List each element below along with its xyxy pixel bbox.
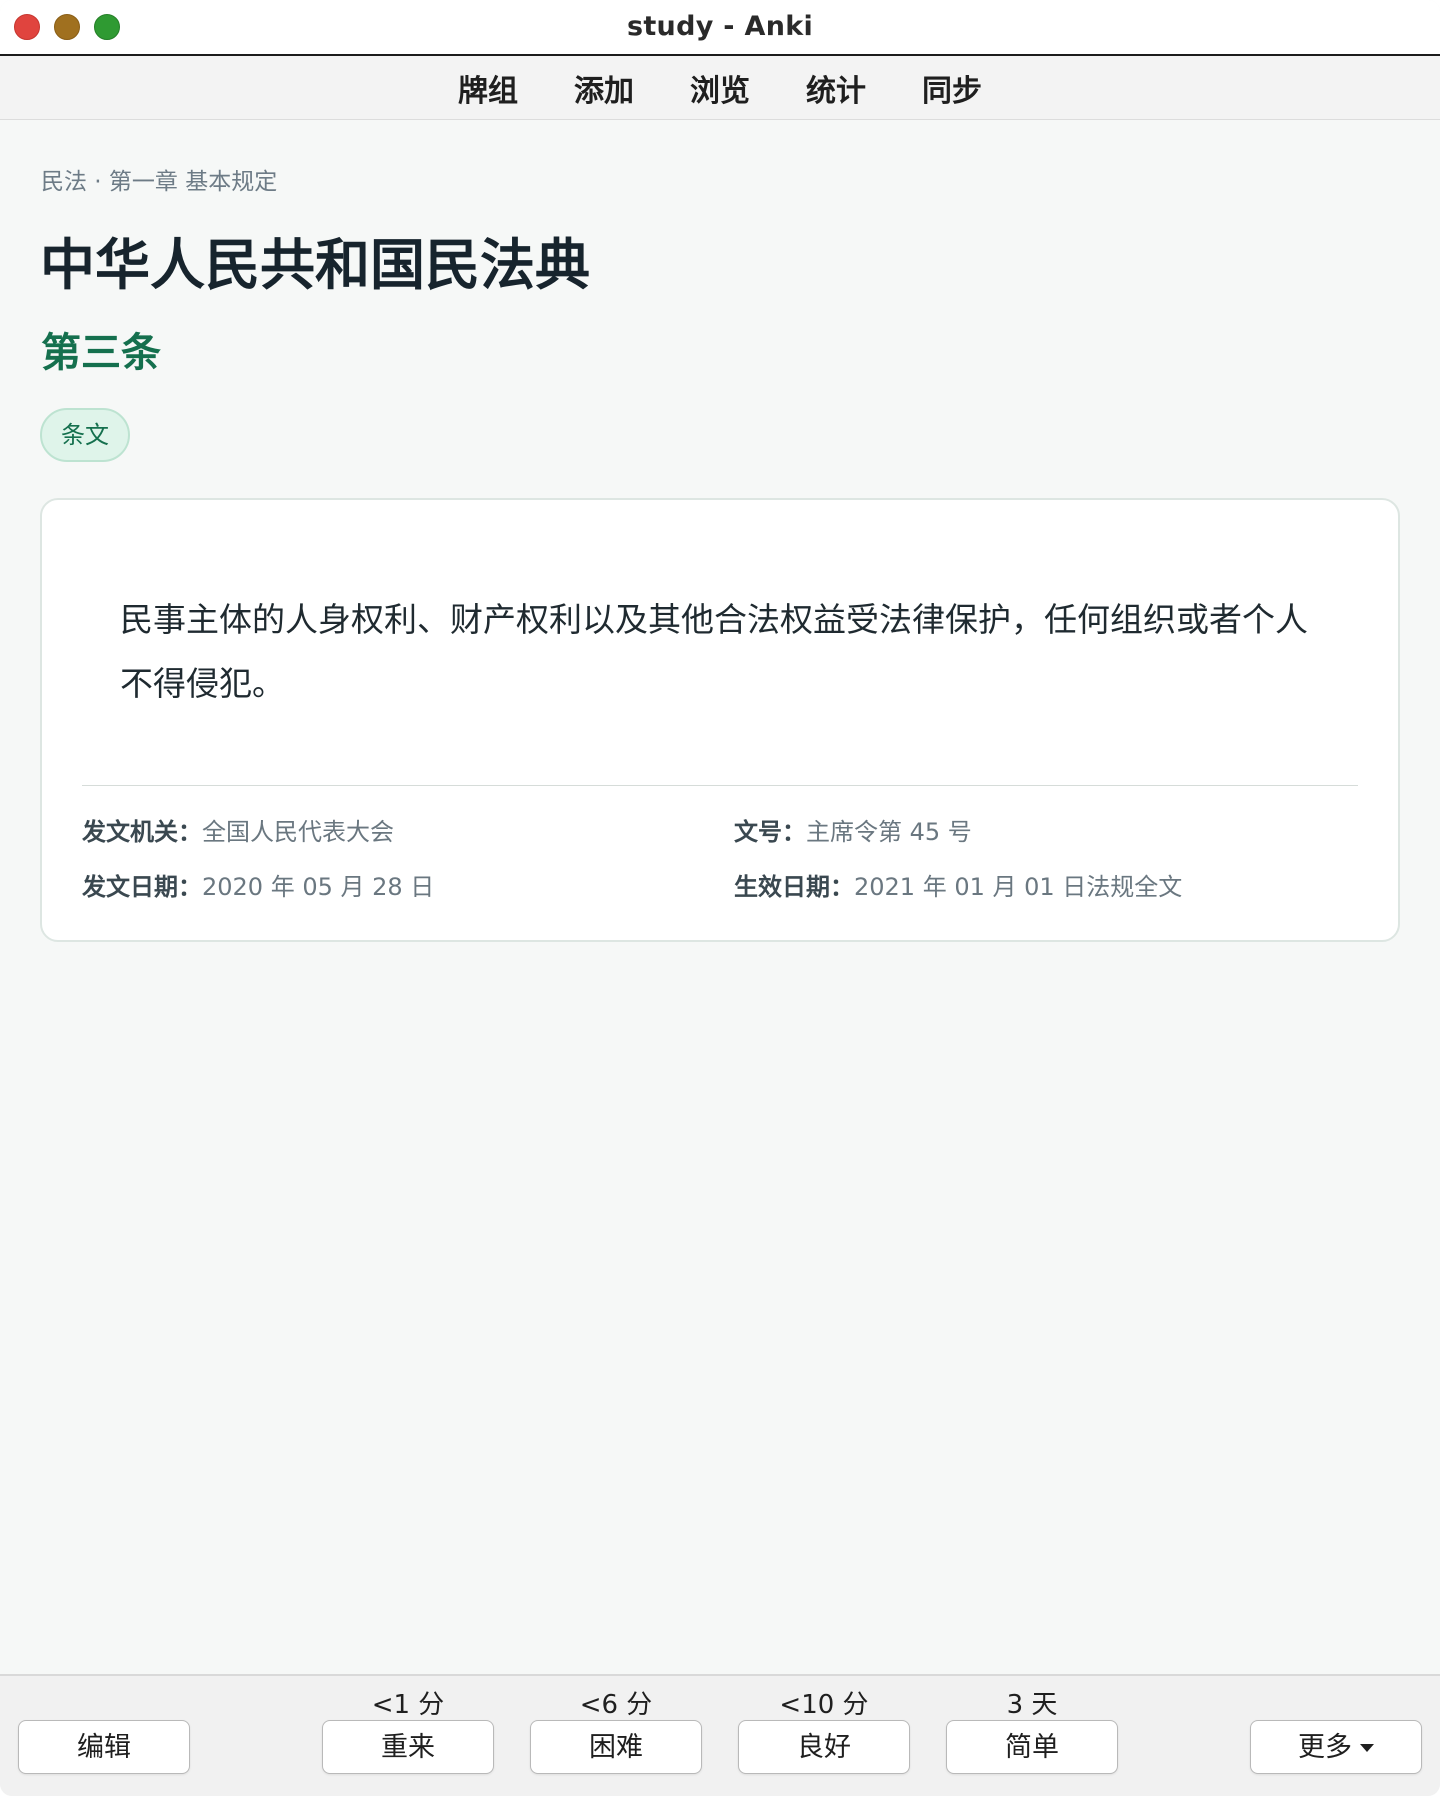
toolbar-stats[interactable]: 统计: [806, 66, 866, 110]
hard-button[interactable]: 困难: [530, 1720, 702, 1774]
tag-badge: 条文: [40, 408, 130, 462]
more-button[interactable]: 更多: [1250, 1720, 1422, 1774]
article-text: 民事主体的人身权利、财产权利以及其他合法权益受法律保护，任何组织或者个人不得侵犯…: [120, 600, 1308, 703]
article-number: 第三条: [41, 330, 161, 376]
again-button[interactable]: 重来: [322, 1720, 494, 1774]
chevron-down-icon: [1360, 1744, 1374, 1752]
meta-effective-date-label: 生效日期：: [734, 873, 854, 901]
anki-window: study - Anki 牌组 添加 浏览 统计 同步 民法 · 第一章 基本规…: [0, 0, 1440, 1796]
article-card: 民事主体的人身权利、财产权利以及其他合法权益受法律保护，任何组织或者个人不得侵犯…: [40, 498, 1400, 942]
meta-doc-no-value: 主席令第 45 号: [806, 818, 972, 846]
easy-interval: 3 天: [1006, 1690, 1058, 1720]
meta-doc-no-label: 文号：: [734, 818, 806, 846]
edit-button[interactable]: 编辑: [18, 1720, 190, 1774]
title-bar: study - Anki: [0, 0, 1440, 56]
meta-issuer: 发文机关：全国人民代表大会: [82, 812, 394, 847]
toolbar-sync[interactable]: 同步: [922, 66, 982, 110]
good-interval: <10 分: [779, 1690, 869, 1720]
hard-interval: <6 分: [579, 1690, 653, 1720]
window-title: study - Anki: [626, 11, 814, 42]
easy-button[interactable]: 简单: [946, 1720, 1118, 1774]
review-bottom-bar: 编辑 <1 分 重来 <6 分 困难 <10 分 良好 3 天 简单 更多: [0, 1674, 1440, 1796]
meta-issue-date: 发文日期：2020 年 05 月 28 日: [82, 867, 434, 902]
again-interval: <1 分: [371, 1690, 445, 1720]
meta-issue-date-label: 发文日期：: [82, 873, 202, 901]
page-title: 中华人民共和国民法典: [40, 233, 591, 297]
toolbar-decks[interactable]: 牌组: [458, 66, 518, 110]
meta-doc-no: 文号：主席令第 45 号: [734, 812, 972, 847]
toolbar-browse[interactable]: 浏览: [690, 66, 750, 110]
meta-issuer-value: 全国人民代表大会: [202, 818, 394, 846]
breadcrumb: 民法 · 第一章 基本规定: [41, 169, 278, 195]
more-button-label: 更多: [1298, 1731, 1352, 1763]
divider: [82, 785, 1358, 786]
main-toolbar: 牌组 添加 浏览 统计 同步: [0, 56, 1440, 120]
meta-effective-date-value: 2021 年 01 月 01 日法规全文: [854, 873, 1183, 901]
meta-issuer-label: 发文机关：: [82, 818, 202, 846]
toolbar-add[interactable]: 添加: [574, 66, 634, 110]
meta-effective-date: 生效日期：2021 年 01 月 01 日法规全文: [734, 867, 1182, 902]
good-button[interactable]: 良好: [738, 1720, 910, 1774]
meta-issue-date-value: 2020 年 05 月 28 日: [202, 873, 435, 901]
